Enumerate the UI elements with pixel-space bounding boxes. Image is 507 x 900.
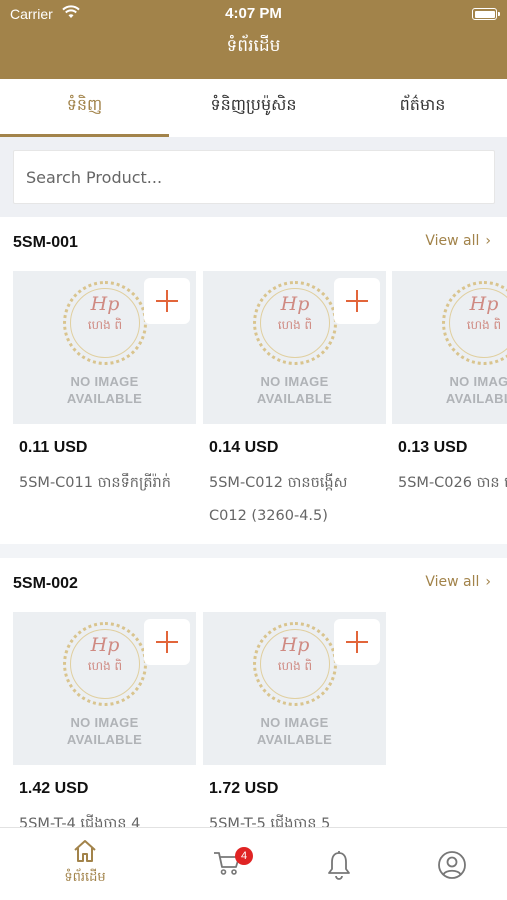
- logo-khmer-text: ហេង ពិ: [87, 659, 123, 673]
- nav-cart[interactable]: 4: [163, 828, 289, 900]
- battery-icon: [472, 8, 500, 20]
- add-to-cart-button[interactable]: [144, 278, 190, 324]
- no-image-line1: NO IMAGE: [70, 715, 139, 730]
- no-image-line2: AVAILABLE: [66, 391, 143, 406]
- nav-home[interactable]: ទំព័រដើម: [22, 828, 148, 900]
- logo-text: Hp: [469, 293, 499, 315]
- profile-icon: [438, 851, 466, 879]
- product-name: 5SM-C011 ចានទឹកត្រីរ៉ាក់: [19, 475, 171, 491]
- tab-promotions[interactable]: ទំនិញប្រម៉ូសិន: [169, 79, 338, 137]
- tab-products[interactable]: ទំនិញ: [0, 79, 169, 137]
- product-image-placeholder: Hp ហេង ពិ NO IMAGE AVAILABLE: [203, 612, 386, 765]
- no-image-line2: AVAILABLE: [445, 391, 507, 406]
- product-section: 5SM-001 View all › Hp ហេង ពិ NO IMAGE AVA…: [0, 217, 507, 544]
- logo-text: Hp: [90, 634, 120, 656]
- clock: 4:07 PM: [225, 5, 282, 22]
- product-image-placeholder: Hp ហេង ពិ NO IMAGE AVAILABLE: [392, 271, 507, 424]
- product-name: 5SM-C026 ចាន ជ្រៅ: [398, 475, 507, 491]
- no-image-line2: AVAILABLE: [256, 732, 333, 747]
- tab-promotions-label: ទំនិញប្រម៉ូសិន: [210, 95, 297, 114]
- no-image-line1: NO IMAGE: [70, 374, 139, 389]
- view-all-label: View all: [425, 574, 480, 590]
- product-name: 5SM-T-5 ជើងចាន 5: [209, 816, 331, 827]
- product-name: 5SM-T-4 ជើងចាន 4: [19, 816, 141, 827]
- logo-khmer-text: ហេង ពិ: [277, 659, 313, 673]
- no-image-line1: NO IMAGE: [449, 374, 507, 389]
- logo-khmer-text: ហេង ពិ: [466, 318, 502, 332]
- nav-profile[interactable]: [388, 828, 507, 900]
- product-price: 1.42 USD: [19, 780, 89, 797]
- no-image-line2: AVAILABLE: [66, 732, 143, 747]
- product-price: 0.14 USD: [209, 439, 279, 456]
- no-image-line2: AVAILABLE: [256, 391, 333, 406]
- logo-khmer-text: ហេង ពិ: [277, 318, 313, 332]
- bell-icon: [328, 851, 350, 880]
- product-name: 5SM-C012 ចានចង្កើស C012 (3260-4.5): [209, 475, 348, 524]
- tab-bar: ទំនិញ ទំនិញប្រម៉ូសិន ព័ត៌មាន: [0, 79, 507, 137]
- logo-khmer-text: ហេង ពិ: [87, 318, 123, 332]
- no-image-text: NO IMAGE AVAILABLE: [13, 373, 196, 407]
- page-title: ទំព័រដើម: [226, 36, 281, 56]
- add-to-cart-button[interactable]: [334, 619, 380, 665]
- status-bar: Carrier 4:07 PM: [0, 0, 507, 28]
- view-all-link[interactable]: View all ›: [425, 574, 491, 590]
- nav-notifications[interactable]: [276, 828, 402, 900]
- view-all-label: View all: [425, 233, 480, 249]
- no-image-text: NO IMAGE AVAILABLE: [13, 714, 196, 748]
- top-bar: Carrier 4:07 PM ទំព័រដើម: [0, 0, 507, 79]
- tab-products-label: ទំនិញ: [66, 95, 103, 114]
- no-image-text: NO IMAGE AVAILABLE: [203, 373, 386, 407]
- tab-news-label: ព័ត៌មាន: [399, 95, 446, 114]
- product-price: 0.11 USD: [19, 439, 88, 456]
- product-price: 1.72 USD: [209, 780, 279, 797]
- no-image-text: NO IMAGE AVAILABLE: [392, 373, 507, 407]
- product-image-placeholder: Hp ហេង ពិ NO IMAGE AVAILABLE: [13, 612, 196, 765]
- add-to-cart-button[interactable]: [144, 619, 190, 665]
- search-input[interactable]: [13, 150, 495, 204]
- product-image-placeholder: Hp ហេង ពិ NO IMAGE AVAILABLE: [13, 271, 196, 424]
- add-to-cart-button[interactable]: [334, 278, 380, 324]
- search-area: [0, 137, 507, 217]
- product-price: 0.13 USD: [398, 439, 468, 456]
- logo-text: Hp: [280, 634, 310, 656]
- nav-home-label: ទំព័រដើម: [64, 870, 106, 885]
- section-title: 5SM-002: [13, 575, 78, 592]
- no-image-line1: NO IMAGE: [260, 715, 329, 730]
- chevron-right-icon: ›: [485, 574, 491, 590]
- tab-news[interactable]: ព័ត៌មាន: [338, 79, 507, 137]
- cart-count-badge: 4: [235, 847, 253, 865]
- view-all-link[interactable]: View all ›: [425, 233, 491, 249]
- logo-text: Hp: [90, 293, 120, 315]
- chevron-right-icon: ›: [485, 233, 491, 249]
- logo-text: Hp: [280, 293, 310, 315]
- product-image-placeholder: Hp ហេង ពិ NO IMAGE AVAILABLE: [203, 271, 386, 424]
- no-image-text: NO IMAGE AVAILABLE: [203, 714, 386, 748]
- section-title: 5SM-001: [13, 234, 78, 251]
- home-icon: [74, 840, 96, 862]
- no-image-line1: NO IMAGE: [260, 374, 329, 389]
- bottom-nav: ទំព័រដើម 4: [0, 827, 507, 900]
- product-section: 5SM-002 View all › Hp ហេង ពិ NO IMAGE AVA…: [0, 558, 507, 827]
